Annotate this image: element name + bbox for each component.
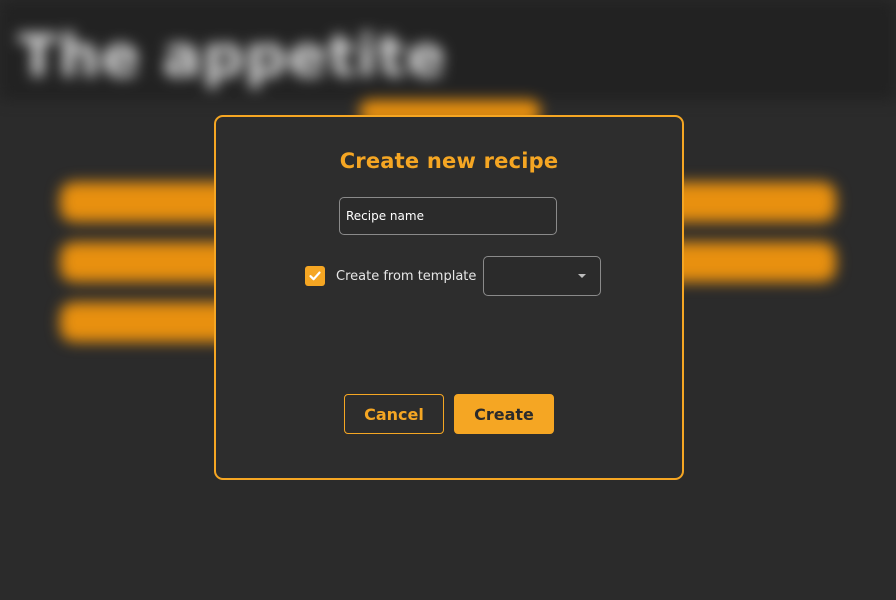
chevron-down-icon bbox=[578, 274, 587, 278]
template-checkbox[interactable] bbox=[305, 266, 325, 286]
create-recipe-dialog: Create new recipe Create from template C… bbox=[214, 115, 684, 480]
create-button[interactable]: Create bbox=[454, 394, 554, 434]
template-checkbox-label: Create from template bbox=[336, 268, 477, 284]
cancel-button[interactable]: Cancel bbox=[344, 394, 444, 434]
template-row: Create from template bbox=[305, 256, 602, 296]
template-select[interactable] bbox=[483, 256, 602, 296]
dialog-title: Create new recipe bbox=[339, 149, 559, 173]
recipe-name-input[interactable] bbox=[339, 197, 557, 235]
background-app-title: The appetite bbox=[18, 22, 447, 90]
checkmark-icon bbox=[309, 271, 321, 281]
